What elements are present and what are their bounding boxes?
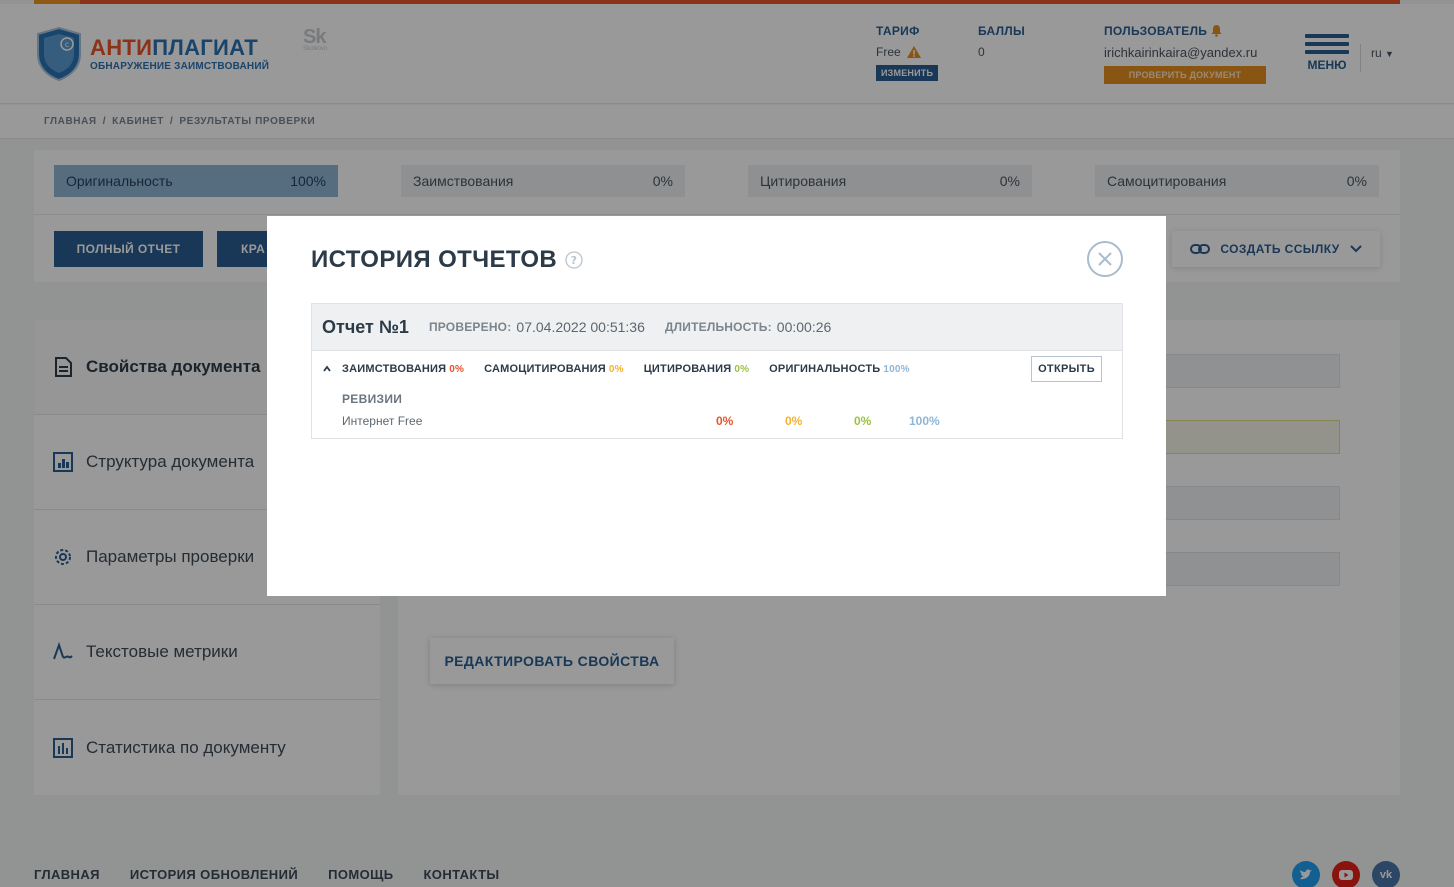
close-button[interactable] [1087,241,1123,277]
report-name: Отчет №1 [322,316,409,337]
help-icon[interactable]: ? [565,251,583,269]
revision-originality: 100% [909,414,940,428]
report-summary-row: ЗАИМСТВОВАНИЯ 0% САМОЦИТИРОВАНИЯ 0% ЦИТИРО… [312,351,1122,387]
revision-name: Интернет Free [342,414,423,428]
report-originality: ОРИГИНАЛЬНОСТЬ 100% [769,363,910,375]
revision-row: Интернет Free 0% 0% 0% 100% [342,414,1102,428]
report-borrowings: ЗАИМСТВОВАНИЯ 0% [342,363,465,375]
chevron-up-icon[interactable] [322,364,332,374]
duration-label: ДЛИТЕЛЬНОСТЬ: [664,320,772,334]
revision-borrowings: 0% [716,414,734,428]
report-card: Отчет №1 ПРОВЕРЕНО: 07.04.2022 00:51:36 … [311,303,1123,439]
close-icon [1098,252,1112,266]
report-citations: ЦИТИРОВАНИЯ 0% [643,363,750,375]
revisions-title: РЕВИЗИИ [342,392,403,406]
revision-self-citations: 0% [785,414,803,428]
open-report-button[interactable]: ОТКРЫТЬ [1031,356,1102,382]
report-header: Отчет №1 ПРОВЕРЕНО: 07.04.2022 00:51:36 … [312,304,1122,351]
svg-text:?: ? [571,254,578,267]
modal-title: ИСТОРИЯ ОТЧЕТОВ [311,246,558,273]
duration-value: 00:00:26 [776,319,832,335]
report-self-citations: САМОЦИТИРОВАНИЯ 0% [484,363,624,375]
revision-citations: 0% [854,414,872,428]
checked-value: 07.04.2022 00:51:36 [516,319,645,335]
checked-label: ПРОВЕРЕНО: [428,320,512,334]
report-history-modal: ИСТОРИЯ ОТЧЕТОВ ? Отчет №1 ПРОВЕРЕНО: 07… [267,216,1166,596]
